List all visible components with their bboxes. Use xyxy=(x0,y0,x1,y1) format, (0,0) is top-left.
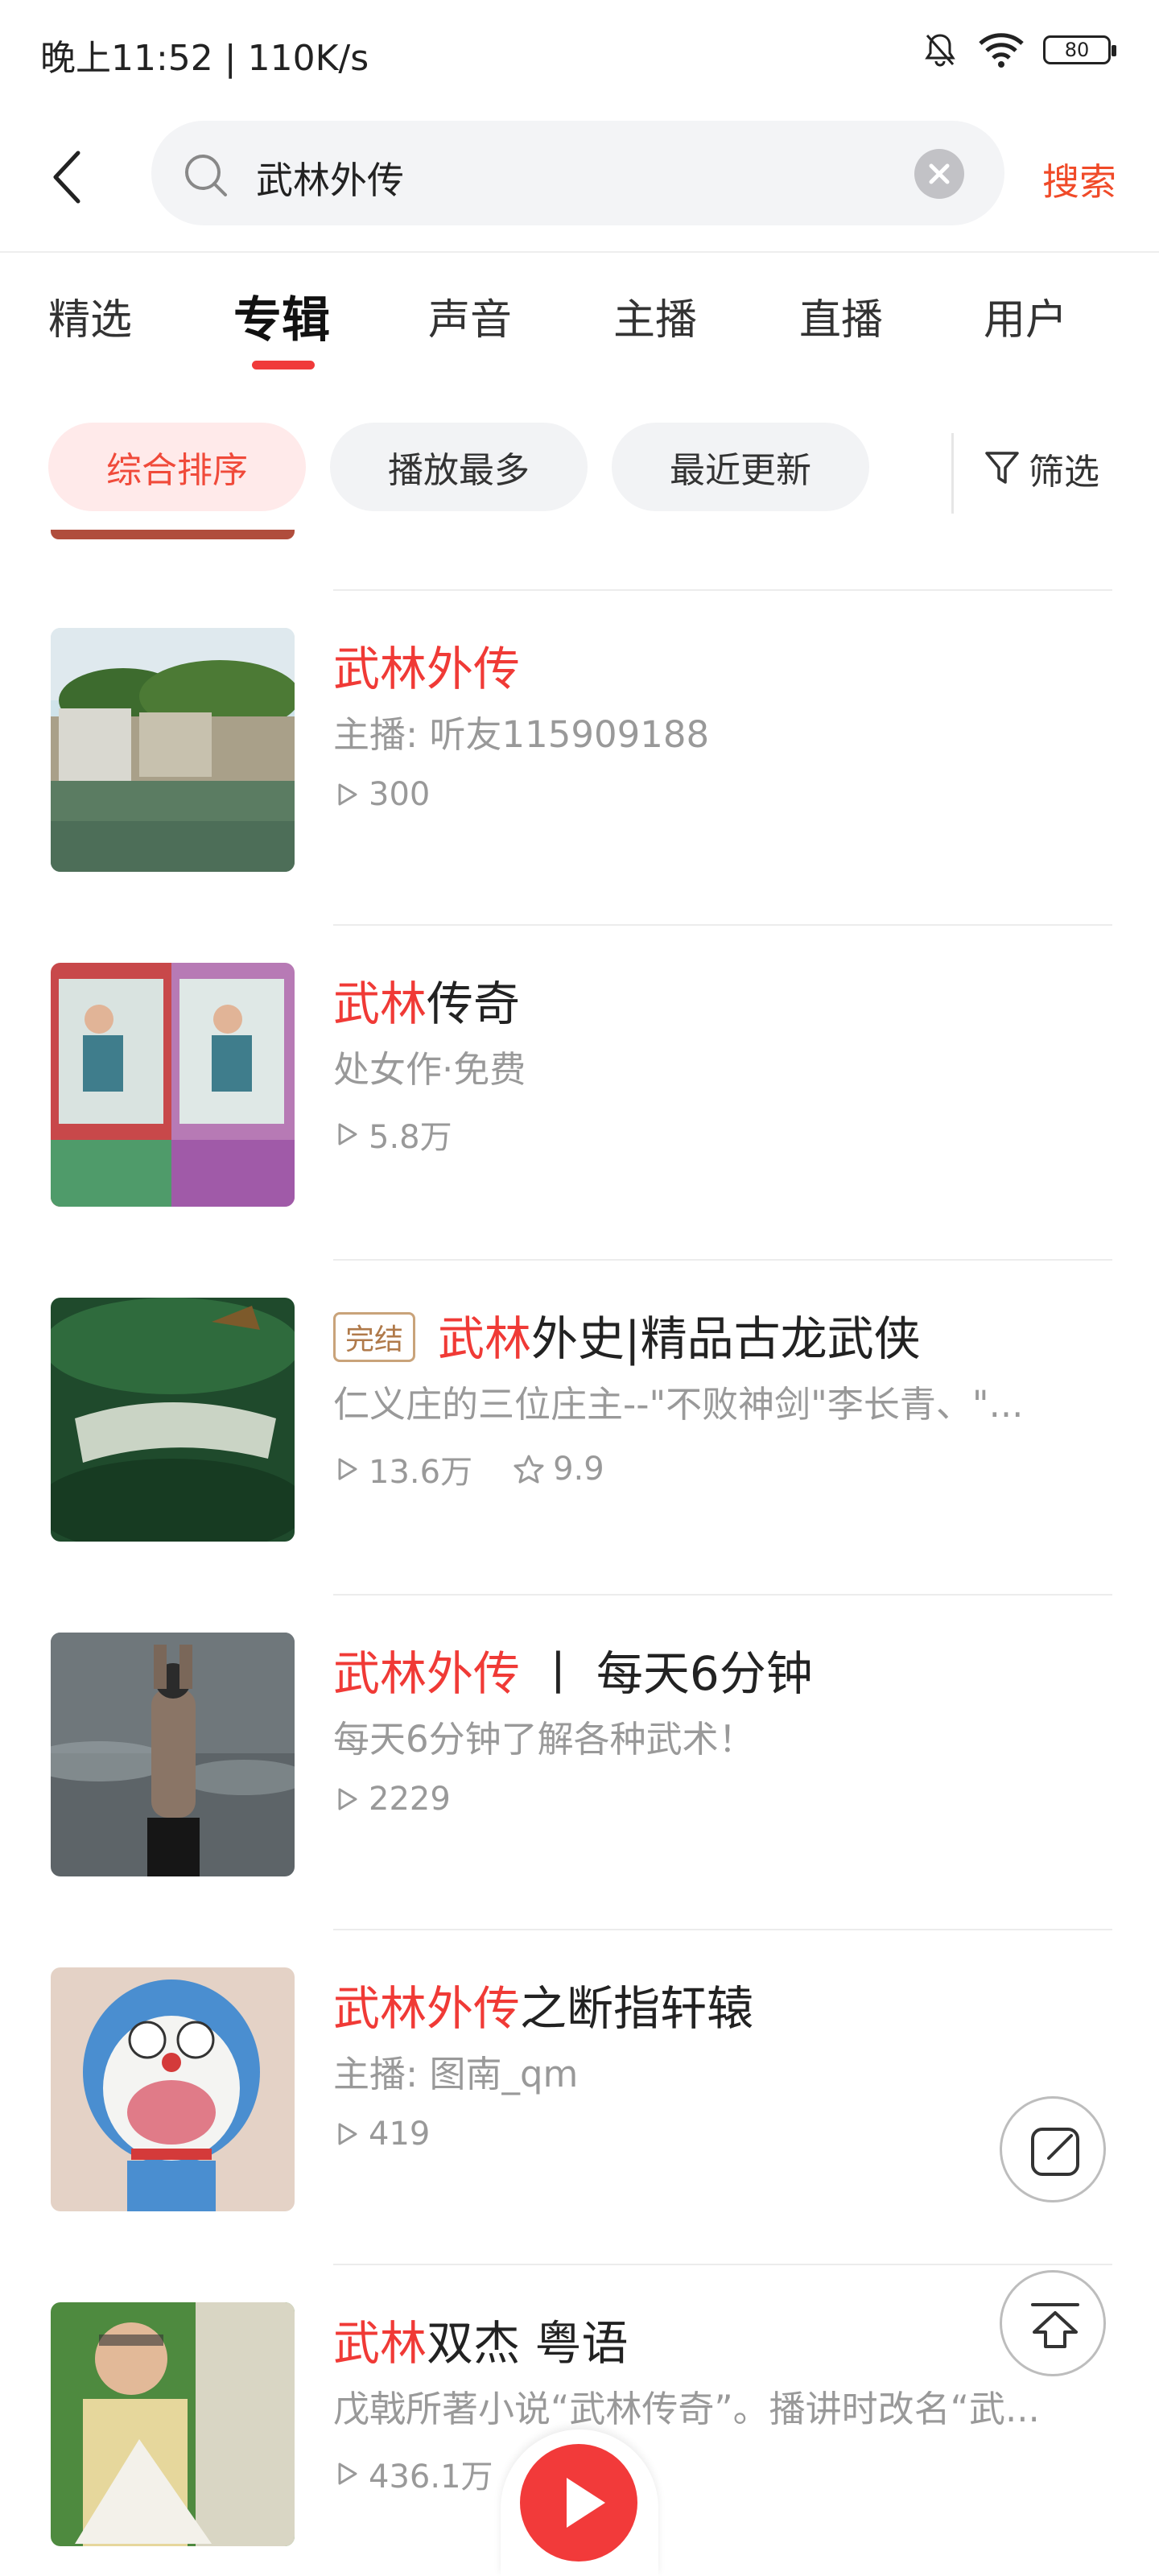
play-count-icon xyxy=(338,1788,357,1810)
search-icon xyxy=(185,155,227,196)
album-cover xyxy=(51,1633,295,1876)
search-button[interactable]: 搜索 xyxy=(1042,153,1116,206)
album-title: 武林双杰 粤语 xyxy=(333,2316,629,2371)
back-button[interactable] xyxy=(44,145,93,209)
tab-live[interactable]: 直播 xyxy=(799,286,883,346)
tab-users[interactable]: 用户 xyxy=(984,286,1067,346)
chevron-left-icon xyxy=(53,151,80,204)
play-count-icon xyxy=(338,1123,357,1146)
album-cover xyxy=(51,628,295,872)
album-subtitle: 主播: 图南_qm xyxy=(333,2053,579,2095)
completed-badge: 完结 xyxy=(333,1311,416,1362)
album-title: 完结 武林外史|精品古龙武侠 xyxy=(333,1301,921,1368)
play-count-icon xyxy=(338,2462,357,2485)
close-icon xyxy=(929,163,950,184)
active-tab-indicator xyxy=(252,361,315,369)
filter-button[interactable]: 筛选 xyxy=(984,443,1099,494)
play-count: 300 xyxy=(369,776,431,813)
album-title: 武林外传 丨 每天6分钟 xyxy=(333,1646,813,1701)
play-count: 419 xyxy=(369,2116,431,2153)
edit-icon xyxy=(1031,2128,1079,2176)
album-subtitle: 仁义庄的三位庄主--"不败神剑"李长青、"... xyxy=(333,1383,1024,1426)
sort-comprehensive[interactable]: 综合排序 xyxy=(48,423,306,511)
play-icon xyxy=(567,2478,605,2528)
play-count: 436.1万 xyxy=(369,2458,493,2496)
status-time: 晚上11:52 | 110K/s xyxy=(40,38,369,79)
battery-level: 80 xyxy=(1064,39,1090,61)
row-divider xyxy=(333,589,1112,591)
album-meta: 2229 xyxy=(333,1781,451,1818)
previous-item-thumbnail xyxy=(51,530,295,539)
sort-recently-updated[interactable]: 最近更新 xyxy=(612,423,869,511)
tab-featured[interactable]: 精选 xyxy=(48,286,132,346)
album-meta: 436.1万 xyxy=(333,2450,493,2497)
back-to-top-icon xyxy=(1031,2303,1079,2348)
search-query: 武林外传 xyxy=(256,159,404,202)
back-to-top-button[interactable] xyxy=(1000,2270,1106,2376)
tab-albums[interactable]: 专辑 xyxy=(233,281,330,351)
album-title: 武林外传之断指轩辕 xyxy=(333,1981,754,2036)
album-subtitle: 戊戟所著小说“武林传奇”。播讲时改名“武... xyxy=(333,2388,1040,2430)
album-title: 武林传奇 xyxy=(333,976,521,1031)
album-subtitle: 处女作·免费 xyxy=(333,1048,526,1091)
edit-float-button[interactable] xyxy=(1000,2096,1106,2202)
battery-icon: 80 xyxy=(1043,35,1116,64)
tab-hosts[interactable]: 主播 xyxy=(613,286,697,346)
filter-label: 筛选 xyxy=(1029,452,1099,493)
play-count: 2229 xyxy=(369,1781,451,1818)
play-count-icon xyxy=(338,1458,357,1480)
rating: 9.9 xyxy=(553,1451,604,1488)
list-item[interactable]: 武林外传 主播: 听友115909188 300 xyxy=(0,628,1159,877)
album-cover xyxy=(51,2302,295,2546)
row-divider xyxy=(333,924,1112,926)
status-icons: 80 xyxy=(921,31,1116,69)
tab-sounds[interactable]: 声音 xyxy=(428,286,512,346)
play-count: 13.6万 xyxy=(369,1454,473,1491)
sort-divider xyxy=(951,433,954,514)
play-count-icon xyxy=(338,2123,357,2145)
row-divider xyxy=(333,1259,1112,1261)
status-bar: 晚上11:52 | 110K/s 80 xyxy=(0,0,1159,105)
row-divider xyxy=(333,2264,1112,2265)
album-cover xyxy=(51,1967,295,2211)
play-count: 5.8万 xyxy=(369,1119,452,1156)
category-tabs: 精选 专辑 声音 主播 直播 用户 xyxy=(0,286,1159,374)
album-cover xyxy=(51,1298,295,1542)
list-item[interactable]: 武林传奇 处女作·免费 5.8万 xyxy=(0,963,1159,1212)
filter-icon xyxy=(985,452,1019,484)
play-button[interactable] xyxy=(520,2444,637,2562)
header-divider xyxy=(0,251,1159,253)
row-divider xyxy=(333,1929,1112,1930)
play-count-icon xyxy=(338,783,357,806)
search-header: 武林外传 搜索 xyxy=(0,113,1159,233)
wifi-icon xyxy=(979,33,1024,68)
album-cover xyxy=(51,963,295,1207)
list-item[interactable]: 武林外传 丨 每天6分钟 每天6分钟了解各种武术！ 2229 xyxy=(0,1633,1159,1882)
clear-search-button[interactable] xyxy=(914,149,964,199)
star-icon xyxy=(514,1455,544,1484)
list-item[interactable]: 完结 武林外史|精品古龙武侠 仁义庄的三位庄主--"不败神剑"李长青、"... 1… xyxy=(0,1298,1159,1547)
album-meta: 13.6万 9.9 xyxy=(333,1446,604,1492)
album-meta: 419 xyxy=(333,2116,430,2153)
album-subtitle: 主播: 听友115909188 xyxy=(333,713,710,756)
album-meta: 5.8万 xyxy=(333,1111,452,1158)
sort-row: 综合排序 播放最多 最近更新 筛选 xyxy=(0,419,1159,515)
list-item[interactable]: 武林外传之断指轩辕 主播: 图南_qm 419 xyxy=(0,1967,1159,2217)
album-title: 武林外传 xyxy=(333,642,521,696)
album-meta: 300 xyxy=(333,776,430,813)
row-divider xyxy=(333,1594,1112,1596)
bell-muted-icon xyxy=(925,34,955,67)
sort-most-played[interactable]: 播放最多 xyxy=(330,423,588,511)
search-input[interactable]: 武林外传 xyxy=(151,121,1004,225)
album-subtitle: 每天6分钟了解各种武术！ xyxy=(333,1718,755,1761)
